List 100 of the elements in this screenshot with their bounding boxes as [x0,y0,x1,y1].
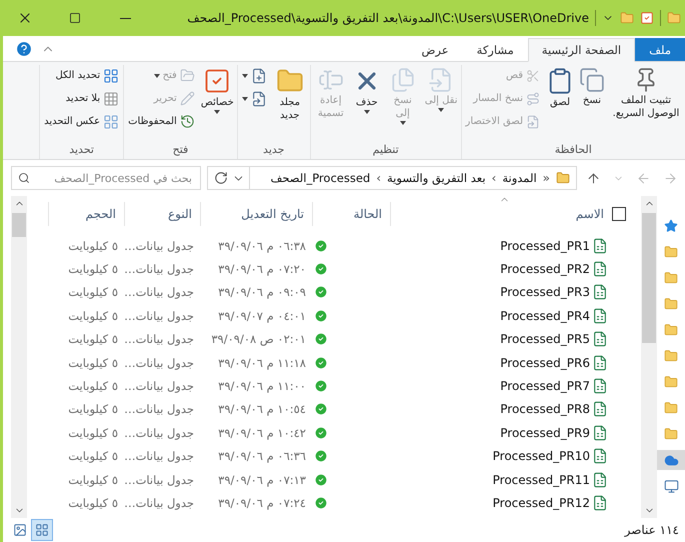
folder-icon [664,297,678,311]
file-size: ٥ كيلوبايت [67,356,119,370]
file-name[interactable]: Processed_PR9 [500,426,590,440]
file-size: ٥ كيلوبايت [67,238,119,253]
path-separator[interactable]: › [492,171,496,185]
new-folder-icon [620,11,634,25]
breadcrumb[interactable]: بعد التفريق والتسوية [387,171,486,185]
ribbon-button[interactable]: بلا تحديد [42,88,122,109]
file-name[interactable]: Processed_PR10 [492,449,590,464]
select-all-checkbox[interactable] [612,207,626,221]
path-separator[interactable]: › [376,171,382,185]
file-name[interactable]: Processed_PR8 [500,402,590,416]
check-circle-icon [314,356,328,370]
file-name[interactable]: Processed_PR4 [500,308,590,323]
file-name[interactable]: Processed_PR5 [500,332,590,346]
modified-date: ١١:٠٠ م ٣٩/٠٩/٠٦ [217,379,307,394]
ribbon-button[interactable]: تثبيت الملف الوصول السريع. [609,65,683,122]
check-circle-icon [314,308,328,323]
refresh-icon [214,171,228,185]
view-button[interactable] [31,519,53,541]
modified-date: ٠٢:٠١ ص ٣٩/٠٩/٠٨ [210,332,307,346]
ribbon-button[interactable]: عكس التحديد [42,111,122,132]
folder-icon [664,323,678,337]
file-size: ٥ كيلوبايت [67,285,119,300]
file-size: ٥ كيلوبايت [67,426,119,440]
properties-icon [640,11,654,25]
help-icon [15,40,33,58]
select-all-icon [103,68,120,84]
copy-icon [579,67,605,93]
copy-icon [390,67,416,93]
file-size: ٥ كيلوبايت [67,332,119,346]
ribbon-button[interactable]: تحديد الكل [42,65,122,86]
modified-date: ٠٧:١٣ م ٣٩/٠٩/٠٦ [217,472,307,487]
group-label: فتح [172,143,190,158]
scrollbar[interactable] [641,196,657,518]
ribbon-tab[interactable]: الصفحة الرئيسية [528,38,636,62]
breadcrumb[interactable]: Processed_الصحف [270,171,370,185]
column-header[interactable]: الحجم [48,202,124,226]
navigation-item[interactable] [657,450,685,470]
file-name[interactable]: Processed_PR6 [500,356,590,370]
folder-icon [664,427,678,441]
check-circle-icon [314,426,328,440]
file-name[interactable]: Processed_PR11 [492,472,590,487]
modified-date: ١١:١٨ م ٣٩/٠٩/٠٦ [217,356,307,370]
star-icon [664,219,678,233]
select-none-icon [103,90,120,106]
spreadsheet-icon [592,378,608,394]
address-bar[interactable]: « المدونة › بعد التفريق والتسوية › Processed_الصحف [207,166,577,190]
properties-icon [203,67,232,95]
check-circle-icon [314,285,328,300]
column-header[interactable]: الاسم [576,202,604,226]
modified-date: ١٠:٤٢ م ٣٩/٠٩/٠٦ [217,426,307,440]
file-type: جدول بيانات… [124,472,195,487]
spreadsheet-icon [592,448,608,464]
file-name[interactable]: Processed_PR1 [500,238,590,253]
modified-date: ٠٩:٠٩ م ٣٩/٠٩/٠٦ [217,285,307,300]
ribbon-button[interactable]: نسخ [578,65,606,109]
search-field[interactable]: بحث في Processed_الصحف [11,166,201,190]
file-type: جدول بيانات… [124,285,195,300]
path-icon [526,92,540,106]
file-type: جدول بيانات… [124,308,195,323]
modified-date: ٠٦:٣٨ م ٣٩/٠٩/٠٦ [217,238,307,253]
ribbon-tab[interactable]: ملف [635,38,685,61]
ribbon-button[interactable]: لصق [545,65,575,111]
overflow-chevron[interactable]: « [542,171,550,185]
ribbon-button[interactable]: خصائص [200,65,235,116]
history-icon [180,114,195,129]
ribbon-button[interactable]: حذف [352,65,382,116]
file-size: ٥ كيلوبايت [67,449,119,464]
check-circle-icon [314,496,328,510]
modified-date: ٠٧:٢٤ م ٣٩/٠٩/٠٦ [217,496,307,510]
scrollbar[interactable] [11,196,27,518]
spreadsheet-icon [592,261,608,278]
check-circle-icon [314,472,328,487]
column-header[interactable]: النوع [124,202,200,226]
column-header[interactable]: تاريخ التعديل [200,202,312,226]
search-icon [18,172,30,184]
file-name[interactable]: Processed_PR3 [500,285,590,300]
check-circle-icon [314,238,328,253]
file-name[interactable]: Processed_PR2 [500,262,590,276]
spreadsheet-icon [592,354,608,371]
computer-icon [664,478,678,494]
file-type: جدول بيانات… [124,496,195,510]
file-name[interactable]: Processed_PR12 [492,496,590,510]
file-size: ٥ كيلوبايت [67,402,119,416]
file-type: جدول بيانات… [124,238,195,253]
shortcut-icon [526,114,540,128]
scrollbar-thumb[interactable] [642,213,656,343]
spreadsheet-icon [592,308,608,324]
column-header[interactable]: الحالة [312,202,390,226]
ribbon-button[interactable]: المحفوظات [126,111,197,132]
scrollbar-thumb[interactable] [12,213,26,237]
ribbon-button[interactable]: مجلد جديد [272,65,308,124]
check-circle-icon [314,402,328,416]
file-name[interactable]: Processed_PR7 [500,379,590,394]
invert-selection-icon [103,114,120,130]
file-size: ٥ كيلوبايت [67,379,119,394]
breadcrumb[interactable]: المدونة [502,171,537,185]
edit-icon [180,91,195,106]
large-icons-view-icon [13,523,27,537]
